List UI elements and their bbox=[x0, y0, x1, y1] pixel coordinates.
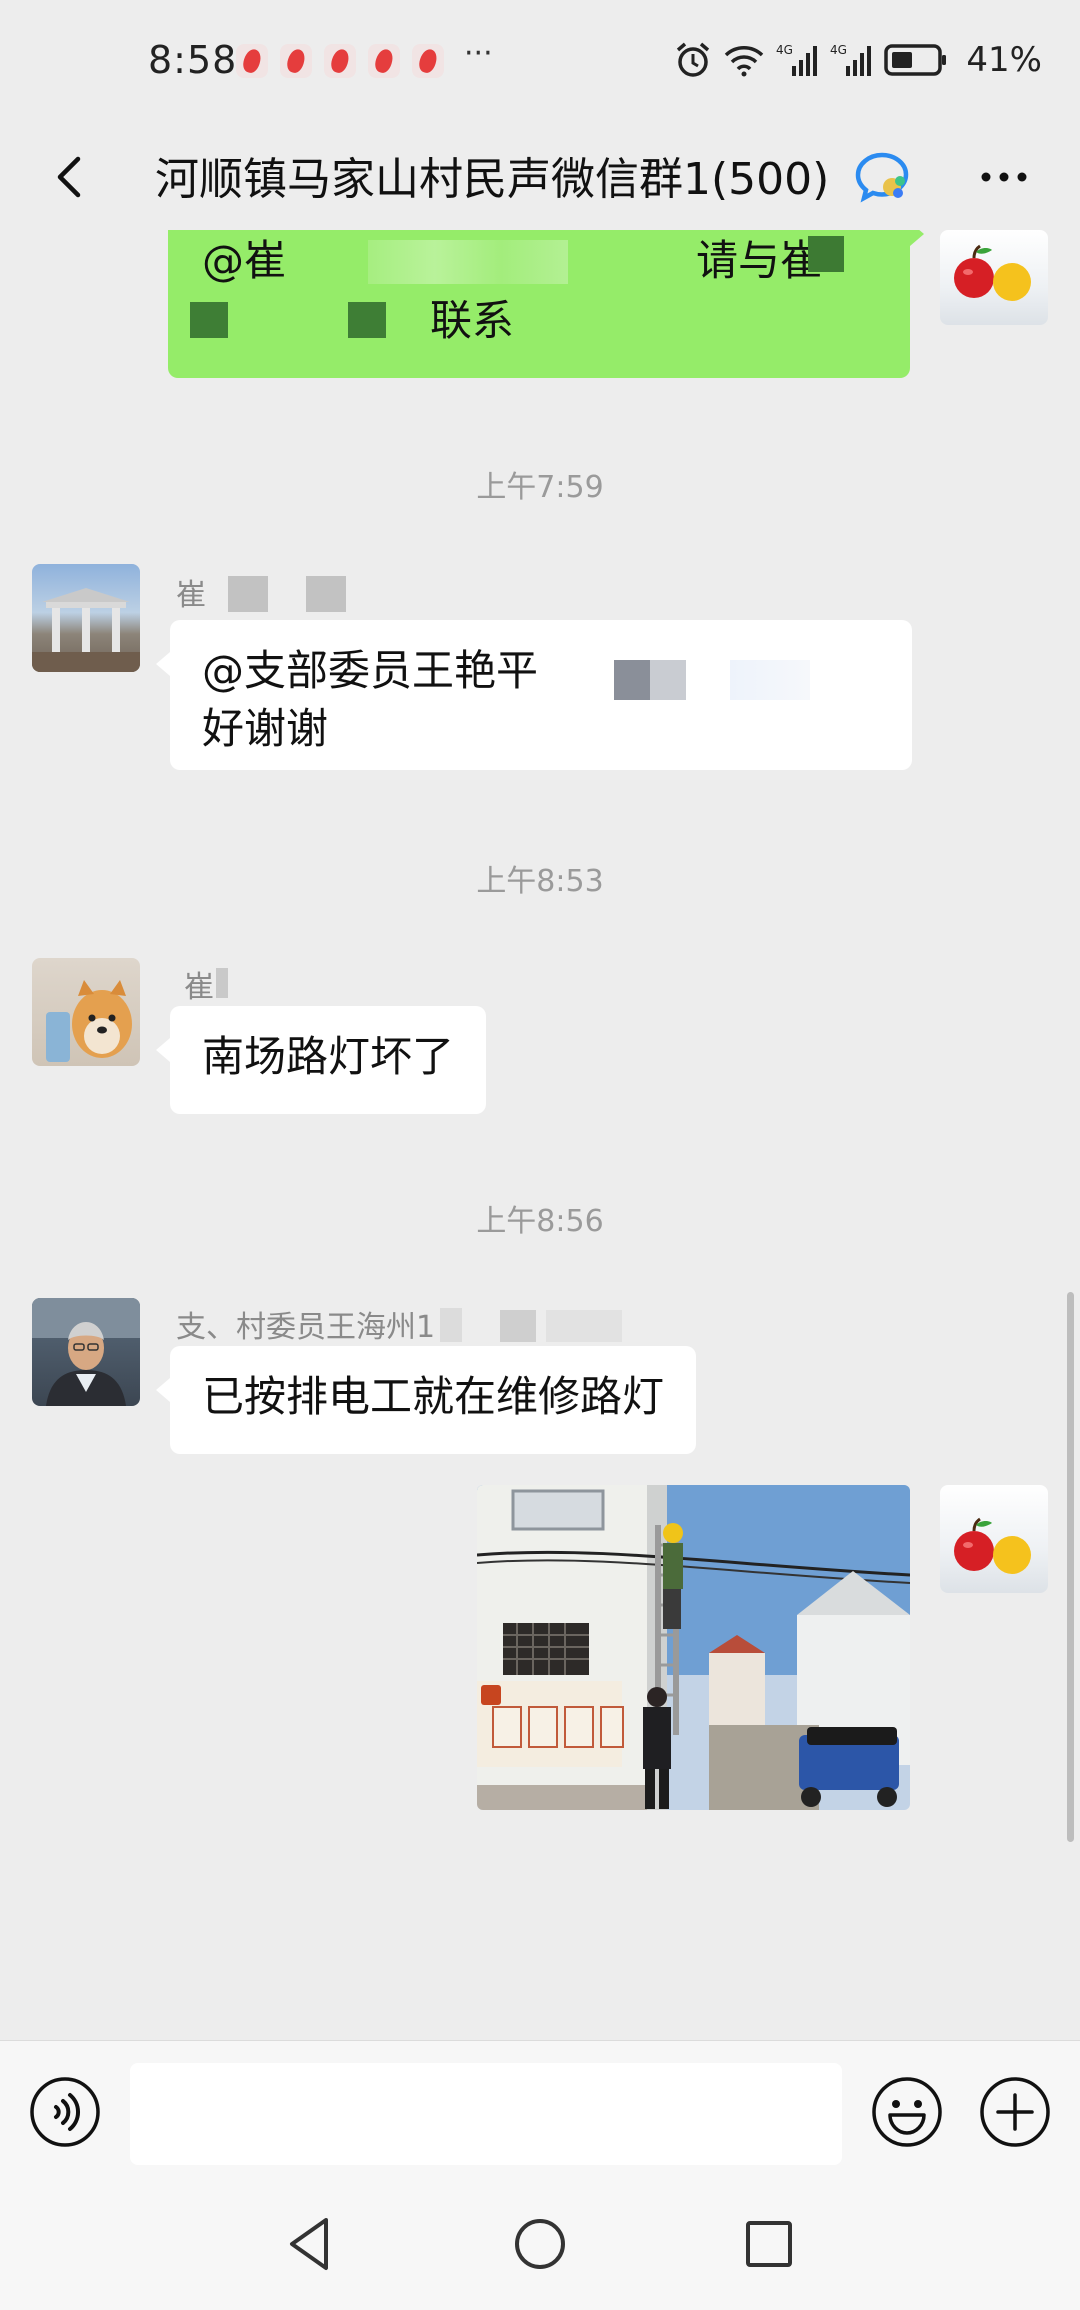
timestamp: 上午7:59 bbox=[476, 470, 604, 505]
blurred-content bbox=[190, 302, 228, 338]
status-bar: 8:58 ··· 4G 4G 41% bbox=[0, 0, 1080, 125]
blurred-content bbox=[614, 660, 686, 700]
message-list[interactable]: @崔 请与崔 联系 上午7:59 崔 @支部委员王艳平 好谢谢 上午8:53 崔… bbox=[0, 230, 1080, 2040]
sender-name: 崔 bbox=[176, 578, 206, 613]
nav-recents-icon[interactable] bbox=[737, 2212, 801, 2276]
signal-4g-icon: 4G bbox=[776, 42, 818, 78]
sender-avatar[interactable] bbox=[32, 1298, 140, 1406]
alarm-icon bbox=[674, 41, 712, 79]
chat-header: 河顺镇马家山村民声微信群1(500) bbox=[0, 125, 1080, 230]
nav-home-icon[interactable] bbox=[508, 2212, 572, 2276]
notification-app-icon bbox=[280, 44, 312, 78]
system-navigation-bar bbox=[0, 2180, 1080, 2310]
message-input[interactable] bbox=[130, 2063, 842, 2165]
input-bar bbox=[0, 2040, 1080, 2180]
image-message[interactable] bbox=[477, 1485, 910, 1810]
blurred-name bbox=[216, 968, 228, 998]
more-options-button[interactable] bbox=[972, 147, 1036, 207]
message-text: 联系 bbox=[430, 296, 515, 345]
voice-input-button[interactable] bbox=[28, 2075, 102, 2149]
blurred-name bbox=[500, 1310, 536, 1342]
wifi-icon bbox=[724, 43, 764, 77]
group-chat-icon[interactable] bbox=[852, 147, 912, 207]
more-functions-button[interactable] bbox=[978, 2075, 1052, 2149]
message-text: 请与崔 bbox=[696, 236, 823, 285]
svg-text:4G: 4G bbox=[776, 43, 793, 57]
my-avatar[interactable] bbox=[940, 1485, 1048, 1593]
emoji-button[interactable] bbox=[870, 2075, 944, 2149]
signal-4g-icon: 4G bbox=[830, 42, 872, 78]
message-bubble-outgoing[interactable]: @崔 请与崔 联系 bbox=[168, 230, 924, 378]
status-time: 8:58 bbox=[148, 38, 238, 82]
blurred-name bbox=[306, 576, 346, 612]
sender-avatar[interactable] bbox=[32, 564, 140, 672]
blurred-content bbox=[348, 302, 386, 338]
notification-more: ··· bbox=[464, 36, 493, 71]
battery-percent: 41% bbox=[966, 40, 1042, 80]
message-text: 南场路灯坏了 bbox=[202, 1032, 455, 1081]
blurred-content bbox=[368, 240, 568, 284]
timestamp: 上午8:56 bbox=[476, 1204, 604, 1239]
timestamp: 上午8:53 bbox=[476, 864, 604, 899]
sender-name: 支、村委员王海州1 bbox=[176, 1310, 436, 1345]
nav-back-icon[interactable] bbox=[278, 2212, 342, 2276]
notification-app-icon bbox=[368, 44, 400, 78]
blurred-name bbox=[228, 576, 268, 612]
message-text: @崔 bbox=[202, 236, 287, 285]
message-text: @支部委员王艳平 bbox=[202, 646, 539, 695]
notification-app-icon bbox=[324, 44, 356, 78]
blurred-content bbox=[808, 236, 844, 272]
sender-name: 崔 bbox=[184, 970, 214, 1005]
my-avatar[interactable] bbox=[940, 230, 1048, 325]
system-icons: 4G 4G 41% bbox=[674, 40, 1042, 80]
message-bubble-incoming[interactable]: @支部委员王艳平 好谢谢 bbox=[156, 620, 912, 770]
notification-app-icon bbox=[236, 44, 268, 78]
chat-title: 河顺镇马家山村民声微信群1(500) bbox=[155, 154, 830, 205]
battery-icon bbox=[884, 43, 948, 77]
message-text: 已按排电工就在维修路灯 bbox=[202, 1372, 665, 1421]
svg-text:4G: 4G bbox=[830, 43, 847, 57]
scrollbar-thumb[interactable] bbox=[1067, 1292, 1074, 1842]
notification-app-icon bbox=[412, 44, 444, 78]
message-text: 好谢谢 bbox=[202, 704, 329, 753]
notification-icons bbox=[236, 44, 444, 78]
sender-avatar[interactable] bbox=[32, 958, 140, 1066]
blurred-name bbox=[546, 1310, 622, 1342]
back-button[interactable] bbox=[40, 147, 100, 207]
message-bubble-incoming[interactable]: 南场路灯坏了 bbox=[155, 1006, 487, 1114]
blurred-name bbox=[440, 1308, 462, 1342]
blurred-content bbox=[730, 660, 810, 700]
message-bubble-incoming[interactable]: 已按排电工就在维修路灯 bbox=[155, 1346, 697, 1454]
